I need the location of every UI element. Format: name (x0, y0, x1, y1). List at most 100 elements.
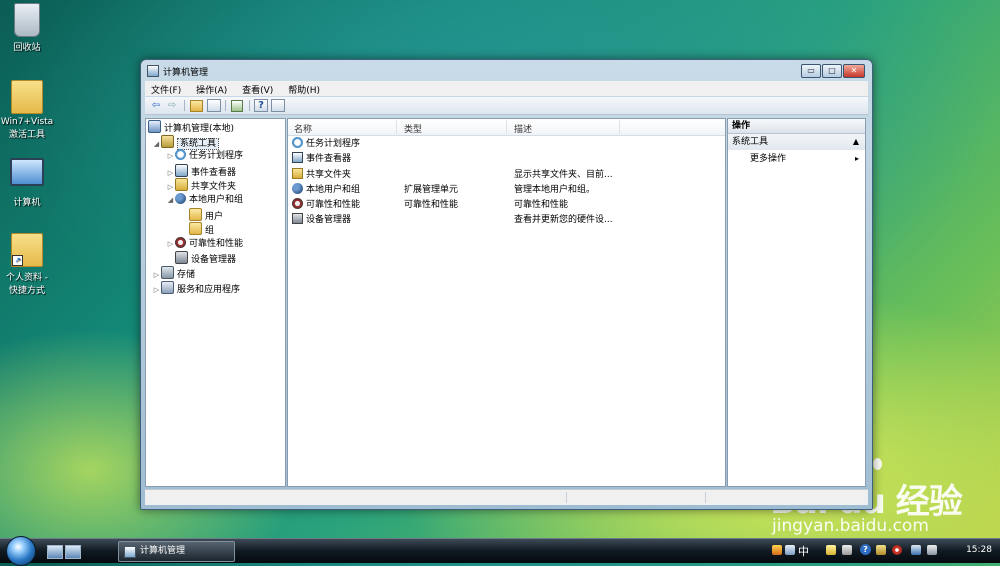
tree-item-storage[interactable]: ▷ 存储 (152, 266, 195, 280)
show-desktop-icon[interactable] (47, 545, 63, 559)
input-method-icon[interactable] (785, 545, 795, 555)
toolbar-separator (184, 100, 185, 111)
tree-item-groups[interactable]: 组 (180, 222, 214, 236)
tree-item-services-applications[interactable]: ▷ 服务和应用程序 (152, 281, 240, 295)
tree-root[interactable]: 计算机管理(本地) (148, 120, 234, 134)
toolbar-separator (249, 100, 250, 111)
actions-section-label: 系统工具 (732, 137, 769, 147)
soft-keyboard-icon[interactable] (842, 545, 852, 555)
storage-icon (161, 266, 174, 279)
list-item[interactable]: 可靠性和性能 可靠性和性能 可靠性和性能 (288, 198, 725, 213)
collapse-arrow-icon[interactable]: ◢ (166, 193, 175, 207)
list-item[interactable]: 任务计划程序 (288, 137, 725, 152)
status-bar-divider (566, 492, 567, 503)
details-list-pane: 名称 类型 描述 任务计划程序 事件查看器 共享文件夹 显示共享文件夹、目前..… (287, 118, 726, 487)
status-bar (145, 489, 868, 505)
export-list-icon[interactable] (230, 99, 244, 112)
switch-windows-icon[interactable] (65, 545, 81, 559)
taskbar: 计算机管理 中 ? 15:28 (0, 536, 1000, 566)
desktop-icon-computer[interactable]: 计算机 (0, 158, 57, 208)
computer-management-window: 计算机管理 ▭ □ ✕ 文件(F) 操作(A) 查看(V) 帮助(H) ⇦ ⇨ … (140, 59, 873, 510)
device-manager-icon (175, 251, 188, 264)
expand-arrow-icon[interactable]: ▷ (152, 283, 161, 297)
list-item[interactable]: 设备管理器 查看并更新您的硬件设... (288, 213, 725, 228)
title-bar[interactable]: 计算机管理 ▭ □ ✕ (141, 60, 872, 80)
menu-action[interactable]: 操作(A) (190, 81, 233, 96)
language-bar-icon[interactable] (772, 545, 782, 555)
list-item[interactable]: 本地用户和组 扩展管理单元 管理本地用户和组。 (288, 183, 725, 198)
column-divider[interactable] (396, 120, 397, 134)
menu-view[interactable]: 查看(V) (236, 81, 279, 96)
list-item-name: 事件查看器 (306, 154, 352, 164)
tree-item-system-tools[interactable]: ◢ 系统工具 (152, 135, 220, 151)
tree-item-task-scheduler[interactable]: ▷ 任务计划程序 (166, 149, 243, 163)
tree-item-event-viewer[interactable]: ▷ 事件查看器 (166, 164, 236, 178)
list-item-name: 可靠性和性能 (306, 200, 361, 210)
tree-label: 任务计划程序 (189, 151, 244, 161)
tree-item-local-users-groups[interactable]: ◢ 本地用户和组 (166, 193, 243, 207)
column-header-name[interactable]: 名称 (294, 122, 312, 135)
toolbar: ⇦ ⇨ ? (145, 97, 868, 115)
settings-tray-icon[interactable] (876, 545, 886, 555)
expand-arrow-icon[interactable]: ▷ (166, 149, 175, 163)
actions-pane: 操作 系统工具 ▲ 更多操作 ▸ (727, 118, 866, 487)
column-divider[interactable] (619, 120, 620, 134)
desktop-icon-personal-shortcut[interactable]: ↗ 个人资料 - 快捷方式 (0, 233, 57, 296)
actions-section-system-tools[interactable]: 系统工具 ▲ (728, 134, 865, 150)
tree-item-reliability-performance[interactable]: ▷ 可靠性和性能 (166, 237, 243, 251)
ime-toolbar-icon[interactable] (826, 545, 836, 555)
desktop-icon-label: Win7+Vista (0, 117, 54, 127)
show-hide-console-tree-icon[interactable] (207, 99, 221, 112)
expand-arrow-icon[interactable]: ▷ (152, 268, 161, 282)
list-item-name: 共享文件夹 (306, 170, 352, 180)
help-icon[interactable]: ? (254, 99, 268, 112)
expand-arrow-icon[interactable]: ▷ (166, 237, 175, 251)
performance-icon (292, 198, 303, 209)
minimize-button[interactable]: ▭ (801, 64, 821, 78)
menu-file[interactable]: 文件(F) (145, 81, 187, 96)
tree-label: 存储 (177, 270, 196, 280)
status-bar-divider (705, 492, 706, 503)
list-header: 名称 类型 描述 (288, 119, 725, 136)
network-icon[interactable] (911, 545, 921, 555)
column-header-type[interactable]: 类型 (404, 122, 422, 135)
collapse-up-icon[interactable]: ▲ (853, 134, 859, 150)
ime-mode-indicator[interactable]: 中 (798, 543, 809, 559)
maximize-button[interactable]: □ (822, 64, 842, 78)
help-tray-icon[interactable]: ? (860, 544, 871, 555)
volume-icon[interactable] (927, 545, 937, 555)
collapse-arrow-icon[interactable]: ◢ (152, 137, 161, 151)
list-item[interactable]: 共享文件夹 显示共享文件夹、目前... (288, 168, 725, 183)
desktop-icon-recycle-bin[interactable]: 回收站 (0, 3, 57, 53)
recycle-bin-icon (14, 3, 40, 37)
taskbar-clock[interactable]: 15:28 (966, 545, 992, 555)
desktop-icon-label: 个人资料 - (5, 273, 49, 283)
desktop-icon-label-2: 激活工具 (8, 130, 45, 140)
folder-icon (189, 222, 202, 235)
folder-icon (189, 208, 202, 221)
column-divider[interactable] (506, 120, 507, 134)
desktop-icon-activation-tool[interactable]: Win7+Vista 激活工具 (0, 80, 57, 140)
window-title: 计算机管理 (163, 68, 209, 78)
security-alert-icon[interactable] (892, 545, 902, 555)
tree-item-shared-folders[interactable]: ▷ 共享文件夹 (166, 178, 236, 192)
forward-button[interactable]: ⇨ (165, 99, 179, 112)
taskbar-button-label: 计算机管理 (140, 546, 186, 556)
tree-label: 用户 (205, 212, 224, 222)
show-hide-action-pane-icon[interactable] (271, 99, 285, 112)
tree-item-users[interactable]: 用户 (180, 208, 223, 222)
tree-item-device-manager[interactable]: 设备管理器 (166, 251, 236, 265)
close-button[interactable]: ✕ (843, 64, 865, 78)
back-button[interactable]: ⇦ (149, 99, 163, 112)
column-header-description[interactable]: 描述 (514, 122, 532, 135)
desktop-icon-label: 回收站 (13, 43, 41, 53)
tools-icon (161, 135, 174, 148)
clock-icon (175, 149, 186, 160)
taskbar-button-computer-management[interactable]: 计算机管理 (118, 541, 235, 562)
console-tree-pane: 计算机管理(本地) ◢ 系统工具 ▷ 任务计划程序 ▷ 事件查看器 ▷ 共享文件夹 ◢ 本… (145, 118, 286, 487)
up-level-icon[interactable] (189, 99, 203, 112)
list-item[interactable]: 事件查看器 (288, 152, 725, 167)
menu-help[interactable]: 帮助(H) (282, 81, 326, 96)
expand-arrow-icon[interactable]: ▷ (166, 180, 175, 194)
more-actions-item[interactable]: 更多操作 ▸ (728, 151, 865, 167)
